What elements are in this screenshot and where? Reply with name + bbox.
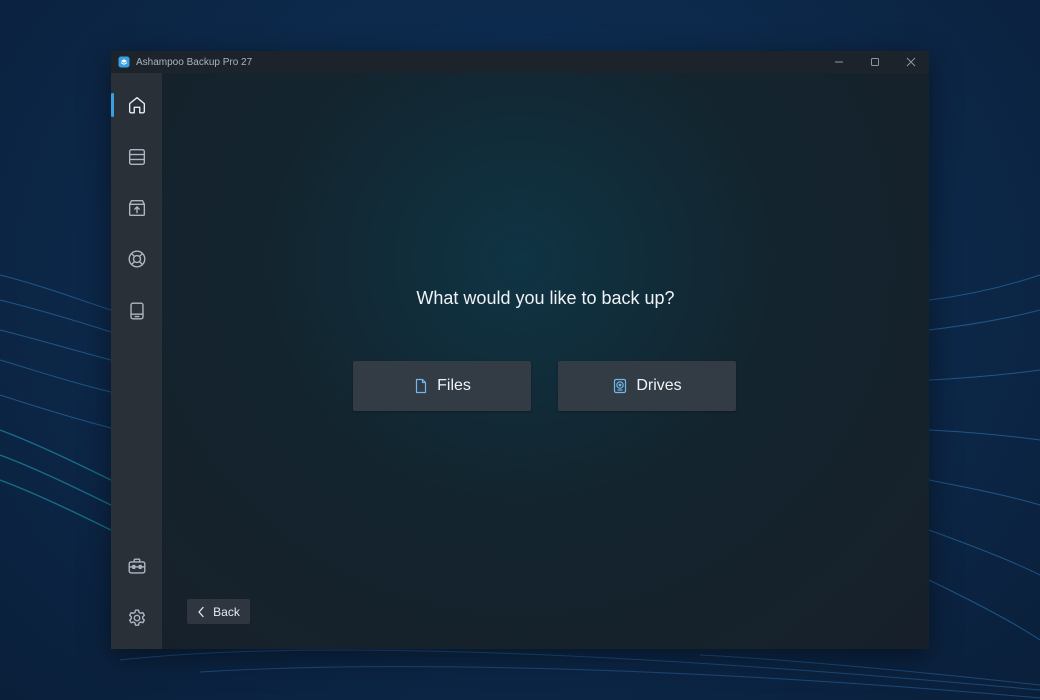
sidebar-item-settings[interactable]	[111, 598, 162, 638]
sidebar-item-home[interactable]	[111, 85, 162, 125]
main-content: What would you like to back up? Files Dr…	[162, 73, 929, 649]
close-button[interactable]	[893, 51, 929, 73]
drives-button[interactable]: Drives	[558, 361, 736, 411]
app-window: Ashampoo Backup Pro 27 What would you li…	[111, 51, 929, 649]
tablet-drive-icon	[129, 302, 144, 320]
files-button-label: Files	[437, 377, 471, 394]
lifebuoy-icon	[128, 250, 145, 268]
files-button[interactable]: Files	[353, 361, 531, 411]
sidebar	[111, 73, 162, 649]
sidebar-item-restore[interactable]	[111, 188, 162, 228]
app-logo-icon	[118, 56, 130, 68]
close-icon	[906, 57, 916, 67]
sidebar-item-rescue[interactable]	[111, 239, 162, 279]
window-title: Ashampoo Backup Pro 27	[136, 56, 253, 68]
minimize-icon	[835, 61, 843, 63]
sidebar-item-backup-plans[interactable]	[111, 137, 162, 177]
back-button-label: Back	[213, 604, 240, 619]
sidebar-item-tools[interactable]	[111, 546, 162, 586]
minimize-button[interactable]	[821, 51, 857, 73]
drives-button-label: Drives	[636, 377, 682, 394]
home-icon	[128, 96, 145, 114]
file-icon	[416, 378, 427, 394]
drive-icon	[614, 378, 627, 394]
maximize-icon	[871, 58, 879, 66]
storage-stack-icon	[128, 148, 145, 166]
sidebar-item-drives[interactable]	[111, 291, 162, 331]
gear-icon	[128, 609, 145, 626]
maximize-button[interactable]	[857, 51, 893, 73]
back-button[interactable]: Back	[187, 599, 250, 624]
box-upload-icon	[128, 199, 145, 217]
page-question: What would you like to back up?	[416, 288, 675, 308]
chevron-left-icon	[198, 606, 204, 617]
title-bar: Ashampoo Backup Pro 27	[111, 51, 929, 73]
toolbox-icon	[128, 558, 145, 574]
